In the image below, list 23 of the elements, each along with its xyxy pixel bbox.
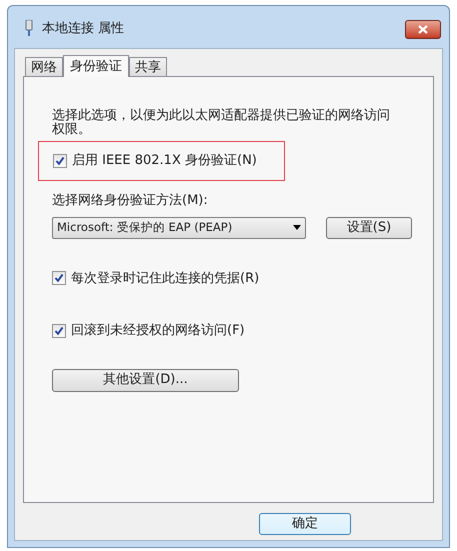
checkbox[interactable] (52, 324, 66, 338)
other-settings-button[interactable]: 其他设置(D)... (52, 368, 239, 392)
description-text: 选择此选项，以便为此以太网适配器提供已验证的网络访问权限。 (52, 109, 391, 137)
checkmark-icon (54, 273, 64, 284)
tab[interactable]: 网络 (25, 57, 63, 76)
checkbox[interactable] (53, 154, 67, 168)
close-button[interactable] (405, 20, 441, 38)
checkbox[interactable] (52, 271, 66, 286)
checkbox-label: 启用 IEEE 802.1X 身份验证(N) (72, 152, 257, 170)
tab[interactable]: 身份验证 (63, 55, 129, 77)
ok-button[interactable]: 确定 (259, 513, 351, 535)
method-label: 选择网络身份验证方法(M): (52, 192, 209, 210)
checkbox-label: 每次登录时记住此连接的凭据(R) (71, 270, 260, 288)
settings-button[interactable]: 设置(S) (326, 216, 412, 238)
dropdown-arrow-icon (293, 225, 301, 230)
network-plug-icon (24, 20, 34, 38)
method-dropdown[interactable]: Microsoft: 受保护的 EAP (PEAP) (52, 216, 306, 238)
checkmark-icon (55, 156, 65, 166)
close-icon (418, 24, 428, 34)
window-title: 本地连接 属性 (42, 20, 124, 38)
tab[interactable]: 共享 (129, 57, 167, 76)
checkmark-icon (54, 326, 64, 336)
checkbox-label: 回滚到未经授权的网络访问(F) (71, 322, 245, 340)
